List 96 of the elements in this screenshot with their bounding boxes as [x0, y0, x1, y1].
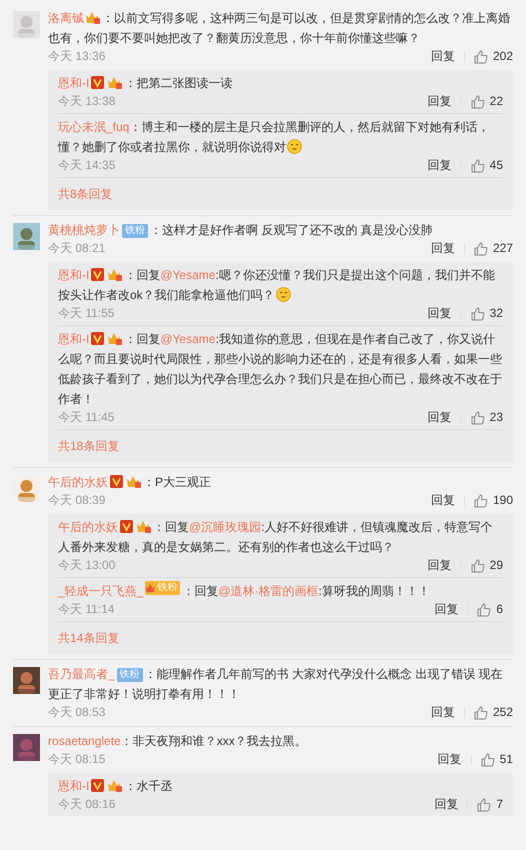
thumbs-up-icon[interactable]: [474, 706, 488, 720]
like-count: 23: [490, 409, 503, 426]
reply-button[interactable]: 回复: [430, 492, 455, 509]
comment-text: 吾乃最高者_ 铁粉 ：能理解作者几年前写的书 大家对代孕没什么概念 出现了错误 现在更正了非常好！说明打拳有用！！！: [48, 666, 504, 703]
fan-badge: 铁粉: [116, 668, 143, 682]
crown-icon: [107, 76, 124, 89]
thumbs-up-icon[interactable]: [474, 242, 488, 256]
reply-button[interactable]: 回复: [428, 409, 452, 426]
verified-icon: [91, 779, 104, 792]
crown-icon: [107, 779, 124, 792]
timestamp: 今天 13:36: [48, 48, 106, 65]
like-count: 227: [492, 240, 513, 257]
like-count: 252: [492, 704, 513, 721]
fan-badge: 铁粉: [122, 224, 148, 238]
thumbs-up-icon[interactable]: [480, 752, 495, 766]
user-name-link[interactable]: 午后的水妖: [48, 475, 108, 489]
comment-text: 黄桃桃炖萝卜 铁粉 ：这样才是好作者啊 反观写了还不改的 真是没心没肺: [48, 222, 434, 240]
thumbs-up-icon[interactable]: [470, 158, 485, 172]
comment-text: _轻成一只飞燕_ 铁粉 ：回复@道林·格雷的画框:算呀我的周翡！！！: [58, 581, 431, 600]
verified-icon: [91, 76, 104, 89]
timestamp: 今天 14:35: [58, 157, 116, 174]
user-name-link[interactable]: 恩和-I: [58, 332, 90, 346]
verified-icon: [110, 475, 123, 488]
more-replies-link[interactable]: 共18条回复: [58, 439, 120, 453]
verified-icon: [91, 268, 104, 281]
user-name-link[interactable]: 恩和-I: [58, 76, 90, 90]
more-replies-link[interactable]: 共14条回复: [58, 631, 120, 645]
reply-button[interactable]: 回复: [434, 601, 458, 618]
comment-text: 午后的水妖 ：回复@沉睡玫瑰园:人好不好很难讲，但镇魂魔改后，特意写个人番外来发糖，真的是女娲第二。还有别的作者也这么干过吗？: [58, 519, 494, 556]
like-count: 202: [492, 48, 513, 65]
thumbs-up-icon[interactable]: [470, 410, 485, 424]
thumbs-up-icon[interactable]: [477, 798, 492, 812]
user-name-link[interactable]: _轻成一只飞燕_: [58, 584, 144, 598]
timestamp: 今天 11:14: [58, 601, 114, 618]
timestamp: 今天 13:38: [58, 93, 116, 110]
crown-icon: [107, 268, 124, 281]
comment-text: 恩和-I ：水千丞: [58, 778, 174, 795]
user-name-link[interactable]: 洛离铖: [48, 11, 84, 25]
verified-icon: [91, 332, 104, 345]
mention-link[interactable]: @道林·格雷的画框: [218, 584, 319, 598]
reply-button[interactable]: 回复: [428, 157, 452, 174]
timestamp: 今天 08:53: [48, 704, 106, 721]
thumbs-up-icon[interactable]: [470, 306, 485, 320]
thumbs-up-icon[interactable]: [470, 94, 485, 108]
mention-link[interactable]: @Yesame: [160, 268, 216, 282]
comment-text: 玩心未泯_fuq：博主和一楼的层主是只会拉黑删评的人，然后就留下对她有利话，懂？她删了你或者拉黑你，就说明你说得对: [58, 119, 490, 156]
like-count: 6: [496, 601, 503, 618]
reply-button[interactable]: 回复: [434, 796, 458, 813]
verified-icon: [120, 520, 133, 533]
comment-text: 恩和-I ：把第二张图读一读: [58, 75, 234, 92]
like-count: 29: [490, 557, 503, 574]
crown-icon: [85, 11, 101, 24]
crown-icon: [107, 332, 124, 345]
thumbs-up-icon[interactable]: [474, 494, 488, 508]
comment-text: 恩和-I ：回复@Yesame:嗯？你还没懂？我们只是提出这个问题，我们并不能按头让作者改ok？我们能拿枪逼他们吗？: [58, 267, 496, 304]
comment-text: 午后的水妖 ：P大三观正: [48, 474, 212, 491]
comment-text: 恩和-I ：回复@Yesame:我知道你的意思，但现在是作者自己改了，你又说什么呢？而且要说时代局限性，那些小说的影响力还在的，还是有很多人看，如果一些低龄孩子看到了，她们以为代孕合理怎么办？我们只是在担心而已，最终改不改在于作者！: [58, 331, 503, 408]
comment-text: 洛离铖 ：以前文写得多呢，这种两三句是可以改，但是贯穿剧情的怎么改？准上离婚也有，你们要不要叫她把改了？翻黄历没意思，你十年前你懂这些嘛？: [48, 10, 511, 47]
thumbs-up-icon[interactable]: [477, 602, 492, 616]
like-count: 190: [492, 492, 513, 509]
timestamp: 今天 08:15: [48, 751, 106, 768]
user-name-link[interactable]: 午后的水妖: [58, 520, 118, 534]
timestamp: 今天 11:55: [58, 305, 114, 322]
timestamp: 今天 11:45: [58, 409, 114, 426]
timestamp: 今天 08:16: [58, 796, 116, 813]
reply-button[interactable]: 回复: [430, 704, 455, 721]
like-count: 32: [490, 305, 503, 322]
crown-icon: [136, 520, 152, 533]
reply-button[interactable]: 回复: [428, 93, 452, 110]
mention-link[interactable]: @沉睡玫瑰园: [189, 520, 262, 534]
like-count: 22: [490, 93, 503, 110]
like-count: 51: [500, 751, 513, 768]
user-name-link[interactable]: 吾乃最高者_: [48, 667, 115, 681]
like-count: 45: [490, 157, 503, 174]
more-replies-link[interactable]: 共8条回复: [58, 187, 113, 201]
fan-label: 铁粉: [157, 581, 178, 595]
user-name-link[interactable]: 恩和-I: [58, 268, 90, 282]
timestamp: 今天 13:00: [58, 557, 116, 574]
user-name-link[interactable]: 玩心未泯_fuq: [58, 120, 130, 134]
comment-text: rosaetanglete：非天夜翔和谁？xxx？我去拉黑。: [48, 733, 308, 750]
crown-icon: [126, 475, 142, 488]
thumbs-up-icon[interactable]: [470, 558, 485, 572]
reply-button[interactable]: 回复: [428, 557, 452, 574]
reply-button[interactable]: 回复: [430, 240, 455, 257]
timestamp: 今天 08:21: [48, 240, 106, 257]
user-name-link[interactable]: 恩和-I: [58, 779, 90, 793]
user-name-link[interactable]: rosaetanglete: [48, 734, 121, 748]
reply-button[interactable]: 回复: [438, 751, 462, 768]
thumbs-up-icon[interactable]: [474, 50, 488, 64]
like-count: 7: [496, 796, 503, 813]
reply-button[interactable]: 回复: [428, 305, 452, 322]
user-name-link[interactable]: 黄桃桃炖萝卜: [48, 223, 120, 237]
mention-link[interactable]: @Yesame: [160, 332, 216, 346]
timestamp: 今天 08:39: [48, 492, 106, 509]
reply-button[interactable]: 回复: [430, 48, 455, 65]
crown-icon: [145, 582, 158, 594]
